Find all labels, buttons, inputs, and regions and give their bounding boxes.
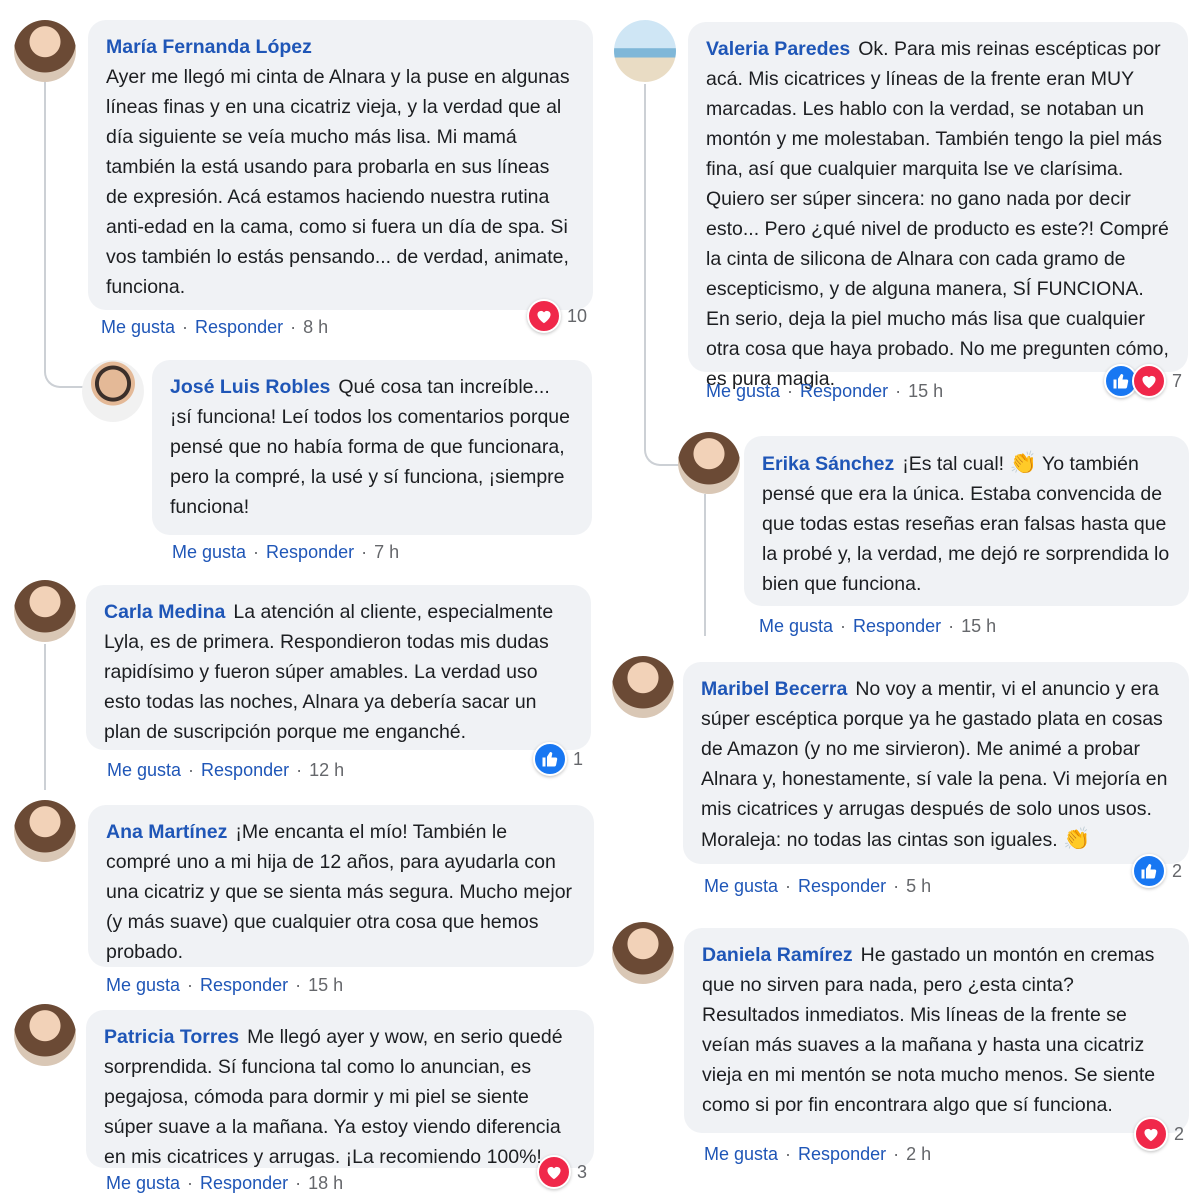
- thread-connector: [644, 84, 680, 466]
- timestamp: 8 h: [303, 317, 329, 337]
- commenter-name[interactable]: Patricia Torres: [104, 1026, 239, 1048]
- avatar[interactable]: [612, 922, 674, 984]
- timestamp: 2 h: [906, 1144, 932, 1164]
- like-link[interactable]: Me gusta: [106, 1173, 180, 1193]
- avatar[interactable]: [14, 1004, 76, 1066]
- reaction-summary[interactable]: 10: [527, 299, 587, 333]
- comment-actions: Me gusta · Responder · 18 h: [106, 1173, 344, 1193]
- avatar[interactable]: [14, 800, 76, 862]
- comment-text: No voy a mentir, vi el anuncio y era súp…: [701, 678, 1168, 851]
- comment-actions: Me gusta · Responder · 15 h: [706, 381, 944, 401]
- reply-link[interactable]: Responder: [201, 760, 289, 780]
- reply-link[interactable]: Responder: [266, 542, 354, 562]
- reaction-count: 10: [567, 305, 588, 326]
- timestamp: 15 h: [308, 975, 344, 995]
- reaction-summary[interactable]: 2: [1134, 1117, 1184, 1151]
- clapping-hands-icon: 👏: [1063, 826, 1091, 851]
- timestamp: 15 h: [961, 616, 997, 636]
- commenter-name[interactable]: Valeria Paredes: [706, 38, 850, 60]
- avatar[interactable]: [614, 20, 676, 82]
- timestamp: 18 h: [308, 1173, 344, 1193]
- comment-actions: Me gusta · Responder · 8 h: [101, 317, 329, 337]
- reply-link[interactable]: Responder: [800, 381, 888, 401]
- reaction-count: 2: [1174, 1123, 1185, 1144]
- timestamp: 12 h: [309, 760, 345, 780]
- comment-text: Ok. Para mis reinas escépticas por acá. …: [706, 38, 1169, 390]
- reply-link[interactable]: Responder: [798, 876, 886, 896]
- like-link[interactable]: Me gusta: [706, 381, 780, 401]
- reply-link[interactable]: Responder: [798, 1144, 886, 1164]
- avatar[interactable]: [14, 580, 76, 642]
- comment-actions: Me gusta · Responder · 2 h: [704, 1144, 932, 1164]
- like-link[interactable]: Me gusta: [704, 1144, 778, 1164]
- comment-bubble: Daniela Ramírez He gastado un montón en c…: [684, 928, 1189, 1133]
- heart-icon: [537, 1155, 571, 1189]
- reaction-summary[interactable]: 2: [1132, 854, 1182, 888]
- comment-text: ¡Es tal cual!: [902, 453, 1005, 475]
- reply-link[interactable]: Responder: [195, 317, 283, 337]
- clapping-hands-icon: 👏: [1009, 450, 1037, 475]
- comment-bubble: Valeria Paredes Ok. Para mis reinas escép…: [688, 22, 1188, 390]
- comment-text: Ayer me llegó mi cinta de Alnara y la pu…: [106, 66, 570, 298]
- thumbs-up-icon: [1132, 854, 1166, 888]
- heart-icon: [1134, 1117, 1168, 1151]
- commenter-name[interactable]: José Luis Robles: [170, 376, 330, 398]
- comment-actions: Me gusta · Responder · 15 h: [106, 975, 344, 995]
- like-link[interactable]: Me gusta: [107, 760, 181, 780]
- commenter-name[interactable]: Erika Sánchez: [762, 453, 894, 475]
- like-link[interactable]: Me gusta: [759, 616, 833, 636]
- comment-bubble: Ana Martínez ¡Me encanta el mío! También …: [88, 805, 594, 967]
- timestamp: 7 h: [374, 542, 400, 562]
- heart-icon: [527, 299, 561, 333]
- comment-bubble: María Fernanda López Ayer me llegó mi ci…: [88, 20, 593, 310]
- thread-connector: [44, 82, 84, 388]
- reaction-summary[interactable]: 3: [537, 1155, 587, 1189]
- heart-icon: [1132, 364, 1166, 398]
- comment-bubble: Carla Medina La atención al cliente, espe…: [86, 585, 591, 750]
- commenter-name[interactable]: Maribel Becerra: [701, 678, 847, 700]
- commenter-name[interactable]: Daniela Ramírez: [702, 944, 853, 966]
- reply-link[interactable]: Responder: [853, 616, 941, 636]
- comment-bubble: Patricia Torres Me llegó ayer y wow, en s…: [86, 1010, 594, 1168]
- reaction-count: 7: [1172, 370, 1183, 391]
- timestamp: 15 h: [908, 381, 944, 401]
- avatar[interactable]: [612, 656, 674, 718]
- comment-actions: Me gusta · Responder · 5 h: [704, 876, 932, 896]
- commenter-name[interactable]: Ana Martínez: [106, 821, 227, 843]
- like-link[interactable]: Me gusta: [101, 317, 175, 337]
- commenter-name[interactable]: Carla Medina: [104, 601, 225, 623]
- reaction-summary[interactable]: 7: [1104, 364, 1182, 398]
- reaction-count: 2: [1172, 860, 1183, 881]
- comment-actions: Me gusta · Responder · 7 h: [172, 542, 400, 562]
- like-link[interactable]: Me gusta: [704, 876, 778, 896]
- comment-actions: Me gusta · Responder · 15 h: [759, 616, 997, 636]
- like-link[interactable]: Me gusta: [172, 542, 246, 562]
- comment-bubble: Erika Sánchez ¡Es tal cual! 👏 Yo también …: [744, 436, 1189, 606]
- reaction-summary[interactable]: 1: [533, 742, 583, 776]
- thread-connector: [44, 644, 46, 790]
- thumbs-up-icon: [533, 742, 567, 776]
- avatar[interactable]: [82, 360, 144, 422]
- avatar[interactable]: [678, 432, 740, 494]
- reply-link[interactable]: Responder: [200, 975, 288, 995]
- reaction-count: 3: [577, 1161, 588, 1182]
- like-link[interactable]: Me gusta: [106, 975, 180, 995]
- timestamp: 5 h: [906, 876, 932, 896]
- thread-connector: [704, 494, 706, 636]
- reaction-count: 1: [573, 748, 584, 769]
- commenter-name[interactable]: María Fernanda López: [106, 32, 567, 62]
- comment-bubble: Maribel Becerra No voy a mentir, vi el an…: [683, 662, 1189, 864]
- comment-actions: Me gusta · Responder · 12 h: [107, 760, 345, 780]
- avatar[interactable]: [14, 20, 76, 82]
- comment-bubble: José Luis Robles Qué cosa tan increíble..…: [152, 360, 592, 535]
- reply-link[interactable]: Responder: [200, 1173, 288, 1193]
- comment-text: He gastado un montón en cremas que no si…: [702, 944, 1156, 1116]
